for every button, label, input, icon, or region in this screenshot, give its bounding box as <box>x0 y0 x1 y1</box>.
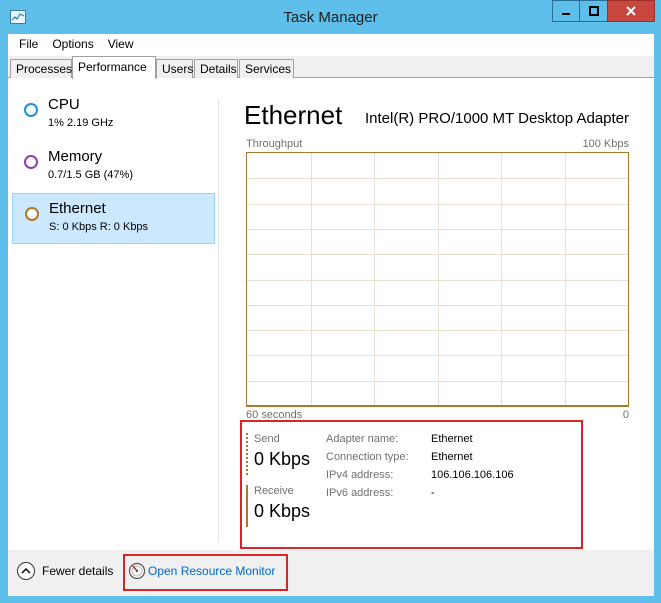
close-button[interactable] <box>607 0 655 22</box>
property-key: IPv6 address: <box>326 487 394 499</box>
fewer-details-link[interactable]: Fewer details <box>42 564 113 578</box>
window-client-area: File Options View Processes Performance … <box>8 34 654 596</box>
property-value: Ethernet <box>431 433 473 445</box>
maximize-button[interactable] <box>579 0 607 22</box>
resource-name: Ethernet <box>49 200 106 217</box>
memory-indicator-icon <box>24 155 38 169</box>
menu-view[interactable]: View <box>101 37 141 51</box>
maximize-icon <box>588 6 599 16</box>
resource-name: CPU <box>48 96 80 113</box>
footer-bar: Fewer details Open Resource Monitor <box>8 550 654 596</box>
menu-file[interactable]: File <box>12 37 45 51</box>
receive-label: Receive <box>254 485 294 497</box>
resource-item-ethernet[interactable]: Ethernet S: 0 Kbps R: 0 Kbps <box>12 193 215 244</box>
resource-summary: 0.7/1.5 GB (47%) <box>48 169 133 181</box>
adapter-description: Intel(R) PRO/1000 MT Desktop Adapter <box>365 110 630 127</box>
menu-bar: File Options View <box>8 34 654 54</box>
task-manager-window: Task Manager File Options View Processes… <box>0 0 661 603</box>
tab-processes[interactable]: Processes <box>10 59 72 78</box>
pane-divider[interactable] <box>218 100 219 542</box>
resource-summary: 1% 2.19 GHz <box>48 117 114 129</box>
receive-value: 0 Kbps <box>254 501 311 521</box>
property-value: Ethernet <box>431 451 473 463</box>
fewer-details-button[interactable] <box>17 562 35 580</box>
graph-title: Throughput <box>246 138 303 150</box>
resource-item-cpu[interactable]: CPU 1% 2.19 GHz <box>12 90 215 141</box>
resource-monitor-icon <box>128 562 146 580</box>
property-row: IPv6 address: - <box>326 487 626 503</box>
property-value: - <box>431 487 435 499</box>
property-key: Adapter name: <box>326 433 399 445</box>
graph-time-label: 60 seconds <box>246 409 303 421</box>
resource-name: Memory <box>48 148 103 165</box>
tab-strip: Processes Performance Users Details Serv… <box>8 56 654 79</box>
detail-heading: Ethernet <box>244 100 343 130</box>
graph-min-label: 0 <box>622 409 629 421</box>
ethernet-indicator-icon <box>25 207 39 221</box>
tab-users[interactable]: Users <box>156 59 193 78</box>
minimize-icon <box>562 13 570 15</box>
property-row: IPv4 address: 106.106.106.106 <box>326 469 626 485</box>
throughput-grid <box>247 153 628 406</box>
minimize-button[interactable] <box>552 0 579 22</box>
tab-details[interactable]: Details <box>194 59 238 78</box>
send-label: Send <box>254 433 280 445</box>
tab-performance[interactable]: Performance <box>72 56 156 79</box>
property-row: Adapter name: Ethernet <box>326 433 626 449</box>
throughput-graph <box>246 152 629 407</box>
graph-max-label: 100 Kbps <box>582 138 629 150</box>
tab-services[interactable]: Services <box>239 59 294 78</box>
menu-options[interactable]: Options <box>45 37 100 51</box>
open-resource-monitor-link[interactable]: Open Resource Monitor <box>148 564 275 578</box>
receive-legend-icon <box>246 485 248 527</box>
resource-list: CPU 1% 2.19 GHz Memory 0.7/1.5 GB (47%) … <box>8 79 220 534</box>
send-value: 0 Kbps <box>254 449 311 469</box>
close-icon <box>626 6 636 16</box>
property-row: Connection type: Ethernet <box>326 451 626 467</box>
property-key: IPv4 address: <box>326 469 394 481</box>
resource-item-memory[interactable]: Memory 0.7/1.5 GB (47%) <box>12 142 215 193</box>
property-key: Connection type: <box>326 451 409 463</box>
chevron-up-icon <box>21 567 31 574</box>
title-bar[interactable]: Task Manager <box>0 0 661 34</box>
send-legend-icon <box>246 433 248 475</box>
property-value: 106.106.106.106 <box>431 469 514 481</box>
cpu-indicator-icon <box>24 103 38 117</box>
resource-summary: S: 0 Kbps R: 0 Kbps <box>49 221 149 233</box>
